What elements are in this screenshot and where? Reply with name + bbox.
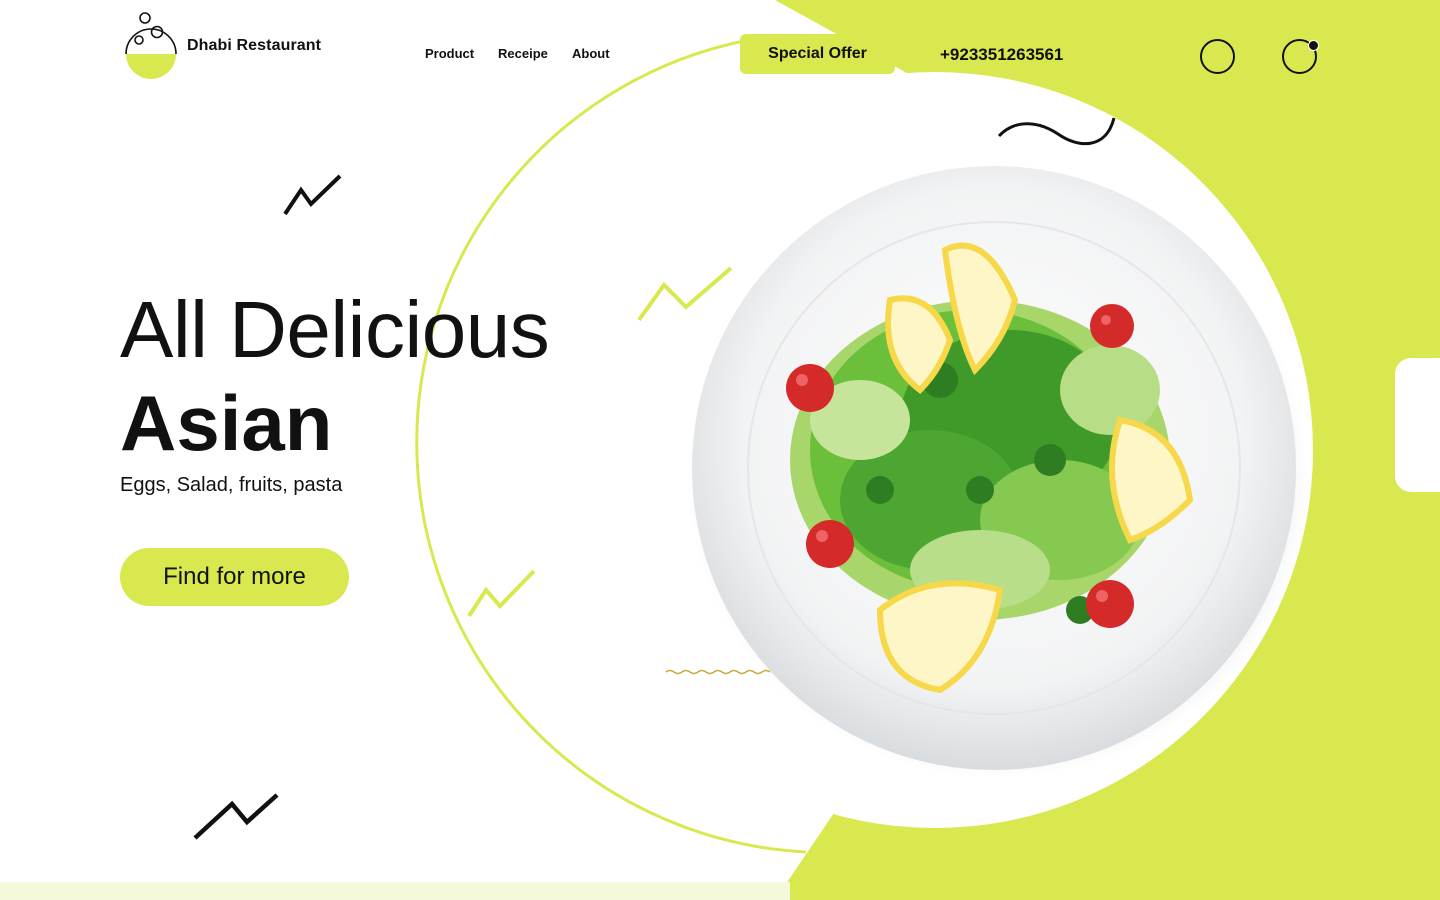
nav-product[interactable]: Product: [425, 46, 474, 61]
nav-about[interactable]: About: [572, 46, 610, 61]
squiggle-icon: [997, 117, 1116, 146]
zigzag-icon: [467, 569, 536, 618]
find-more-button[interactable]: Find for more: [120, 548, 349, 606]
hero-title-line1: All Delicious: [120, 285, 550, 374]
special-offer-button[interactable]: Special Offer: [740, 34, 895, 74]
search-icon[interactable]: [1200, 39, 1235, 74]
bottom-strip: [0, 882, 790, 900]
phone-number[interactable]: +923351263561: [940, 45, 1063, 65]
zigzag-icon: [193, 793, 279, 840]
salad-plate-image: [688, 166, 1308, 778]
brand-name[interactable]: Dhabi Restaurant: [187, 37, 321, 55]
side-panel-tab[interactable]: [1395, 358, 1440, 492]
logo-icon[interactable]: [124, 10, 180, 84]
cart-count-badge: [1308, 40, 1319, 51]
hero-title-line2: Asian: [120, 379, 333, 467]
hero-subtitle: Eggs, Salad, fruits, pasta: [120, 474, 343, 496]
nav-receipe[interactable]: Receipe: [498, 46, 548, 61]
zigzag-icon: [283, 174, 342, 216]
